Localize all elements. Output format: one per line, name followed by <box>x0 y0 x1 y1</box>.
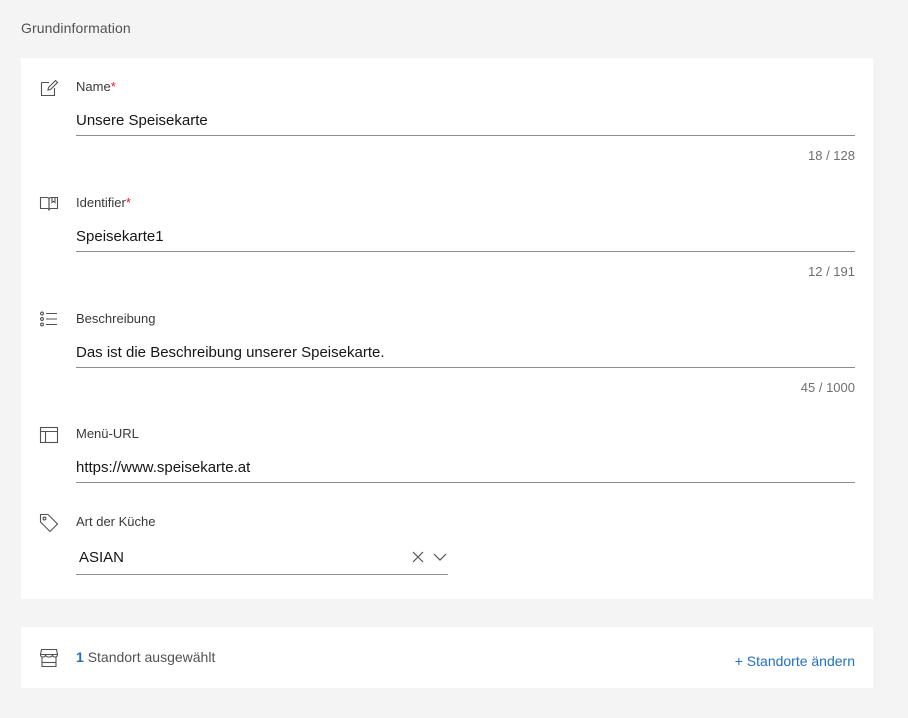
cuisine-field-group: Art der Küche ASIAN <box>21 513 873 583</box>
edit-icon <box>39 78 59 98</box>
name-char-counter: 18 / 128 <box>808 148 855 163</box>
description-label: Beschreibung <box>76 311 156 326</box>
clear-icon[interactable] <box>410 549 426 565</box>
cuisine-selected-value: ASIAN <box>79 549 125 566</box>
basic-info-card: Name* 18 / 128 Identifier* 12 / 191 <box>21 58 873 599</box>
tag-icon <box>39 513 59 533</box>
page: Grundinformation Name* 18 / 128 <box>0 0 908 718</box>
change-locations-link[interactable]: + Standorte ändern <box>735 653 855 669</box>
identifier-label: Identifier* <box>76 195 131 210</box>
book-icon <box>39 194 59 214</box>
chevron-down-icon[interactable] <box>432 549 448 565</box>
identifier-input[interactable] <box>76 222 855 252</box>
layout-icon <box>39 425 59 445</box>
list-icon <box>39 310 59 330</box>
store-icon <box>39 648 59 668</box>
locations-card: 1 Standort ausgewählt + Standorte ändern <box>21 627 873 688</box>
name-input[interactable] <box>76 106 855 136</box>
name-field-group: Name* 18 / 128 <box>21 78 873 168</box>
locations-count: 1 <box>76 649 84 665</box>
cuisine-select[interactable]: ASIAN <box>76 541 448 575</box>
name-label: Name* <box>76 79 116 94</box>
identifier-field-group: Identifier* 12 / 191 <box>21 194 873 284</box>
menu-url-field-group: Menü-URL <box>21 425 873 487</box>
description-input[interactable] <box>76 338 855 368</box>
menu-url-input[interactable] <box>76 453 855 483</box>
description-char-counter: 45 / 1000 <box>800 380 855 395</box>
cuisine-label: Art der Küche <box>76 514 156 529</box>
menu-url-label: Menü-URL <box>76 426 139 441</box>
identifier-char-counter: 12 / 191 <box>808 264 855 279</box>
section-title: Grundinformation <box>21 20 131 36</box>
description-field-group: Beschreibung 45 / 1000 <box>21 310 873 400</box>
locations-summary: 1 Standort ausgewählt <box>76 649 216 665</box>
